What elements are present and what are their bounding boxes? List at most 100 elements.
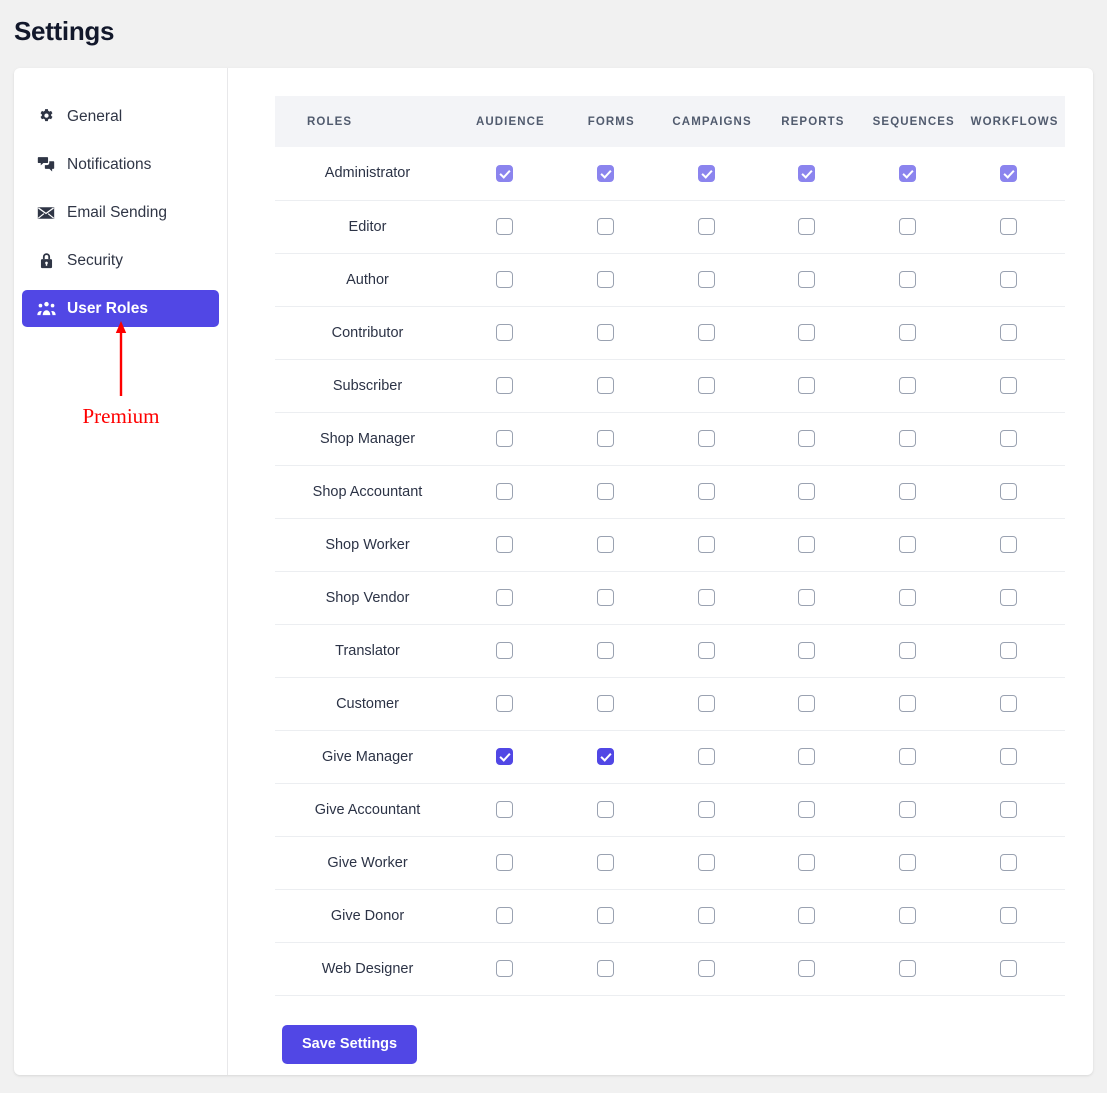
checkbox-give-manager-sequences[interactable] [899, 747, 917, 765]
checkbox-editor-reports[interactable] [798, 217, 816, 235]
checkbox-shop-vendor-forms[interactable] [596, 588, 614, 606]
checkbox-subscriber-reports[interactable] [798, 376, 816, 394]
checkbox-give-worker-forms[interactable] [596, 853, 614, 871]
checkbox-give-donor-forms[interactable] [596, 906, 614, 924]
checkbox-web-designer-audience[interactable] [495, 959, 513, 977]
checkbox-subscriber-workflows[interactable] [1000, 376, 1018, 394]
checkbox-author-forms[interactable] [596, 270, 614, 288]
checkbox-give-donor-audience[interactable] [495, 906, 513, 924]
checkbox-shop-worker-workflows[interactable] [1000, 535, 1018, 553]
checkbox-subscriber-sequences[interactable] [899, 376, 917, 394]
checkbox-shop-vendor-audience[interactable] [495, 588, 513, 606]
checkbox-web-designer-workflows[interactable] [1000, 959, 1018, 977]
checkbox-subscriber-forms[interactable] [596, 376, 614, 394]
checkbox-shop-accountant-audience[interactable] [495, 482, 513, 500]
checkbox-translator-audience[interactable] [495, 641, 513, 659]
checkbox-translator-campaigns[interactable] [697, 641, 715, 659]
checkbox-contributor-audience[interactable] [495, 323, 513, 341]
checkbox-give-manager-forms[interactable] [596, 747, 614, 765]
checkbox-give-donor-reports[interactable] [798, 906, 816, 924]
checkbox-shop-manager-sequences[interactable] [899, 429, 917, 447]
checkbox-shop-vendor-reports[interactable] [798, 588, 816, 606]
checkbox-shop-worker-sequences[interactable] [899, 535, 917, 553]
checkbox-web-designer-sequences[interactable] [899, 959, 917, 977]
permission-cell [661, 942, 763, 996]
checkbox-give-worker-sequences[interactable] [899, 853, 917, 871]
checkbox-customer-audience[interactable] [495, 694, 513, 712]
checkbox-give-manager-workflows[interactable] [1000, 747, 1018, 765]
checkbox-web-designer-reports[interactable] [798, 959, 816, 977]
checkbox-shop-accountant-campaigns[interactable] [697, 482, 715, 500]
checkbox-give-accountant-sequences[interactable] [899, 800, 917, 818]
checkbox-shop-vendor-campaigns[interactable] [697, 588, 715, 606]
sidebar-item-general[interactable]: General [22, 98, 219, 135]
checkbox-shop-worker-reports[interactable] [798, 535, 816, 553]
checkbox-customer-campaigns[interactable] [697, 694, 715, 712]
checkbox-give-manager-audience[interactable] [495, 747, 513, 765]
checkbox-contributor-campaigns[interactable] [697, 323, 715, 341]
checkbox-translator-forms[interactable] [596, 641, 614, 659]
checkbox-give-donor-sequences[interactable] [899, 906, 917, 924]
checkbox-give-manager-campaigns[interactable] [697, 747, 715, 765]
checkbox-author-campaigns[interactable] [697, 270, 715, 288]
checkbox-shop-accountant-forms[interactable] [596, 482, 614, 500]
checkbox-give-worker-audience[interactable] [495, 853, 513, 871]
checkbox-give-worker-campaigns[interactable] [697, 853, 715, 871]
checkbox-web-designer-campaigns[interactable] [697, 959, 715, 977]
checkbox-shop-manager-forms[interactable] [596, 429, 614, 447]
checkbox-give-accountant-reports[interactable] [798, 800, 816, 818]
checkbox-shop-worker-campaigns[interactable] [697, 535, 715, 553]
checkbox-customer-reports[interactable] [798, 694, 816, 712]
checkbox-shop-accountant-sequences[interactable] [899, 482, 917, 500]
checkbox-give-accountant-workflows[interactable] [1000, 800, 1018, 818]
checkbox-author-reports[interactable] [798, 270, 816, 288]
permission-cell [863, 412, 965, 466]
permission-cell [560, 412, 662, 466]
sidebar-item-notifications[interactable]: Notifications [22, 146, 219, 183]
checkbox-translator-reports[interactable] [798, 641, 816, 659]
checkbox-translator-workflows[interactable] [1000, 641, 1018, 659]
checkbox-give-accountant-forms[interactable] [596, 800, 614, 818]
checkbox-shop-worker-forms[interactable] [596, 535, 614, 553]
checkbox-give-worker-reports[interactable] [798, 853, 816, 871]
sidebar-item-security[interactable]: Security [22, 242, 219, 279]
checkbox-subscriber-campaigns[interactable] [697, 376, 715, 394]
checkbox-shop-manager-campaigns[interactable] [697, 429, 715, 447]
save-settings-button[interactable]: Save Settings [282, 1024, 418, 1064]
checkbox-author-audience[interactable] [495, 270, 513, 288]
sidebar-item-email-sending[interactable]: Email Sending [22, 194, 219, 231]
checkbox-author-sequences[interactable] [899, 270, 917, 288]
checkbox-customer-workflows[interactable] [1000, 694, 1018, 712]
checkbox-shop-manager-reports[interactable] [798, 429, 816, 447]
checkbox-editor-campaigns[interactable] [697, 217, 715, 235]
checkbox-shop-accountant-workflows[interactable] [1000, 482, 1018, 500]
checkbox-contributor-forms[interactable] [596, 323, 614, 341]
checkbox-editor-workflows[interactable] [1000, 217, 1018, 235]
checkbox-give-manager-reports[interactable] [798, 747, 816, 765]
checkbox-shop-accountant-reports[interactable] [798, 482, 816, 500]
checkbox-give-accountant-campaigns[interactable] [697, 800, 715, 818]
checkbox-translator-sequences[interactable] [899, 641, 917, 659]
checkbox-give-accountant-audience[interactable] [495, 800, 513, 818]
checkbox-shop-vendor-sequences[interactable] [899, 588, 917, 606]
checkbox-editor-audience[interactable] [495, 217, 513, 235]
checkbox-give-donor-workflows[interactable] [1000, 906, 1018, 924]
checkbox-shop-vendor-workflows[interactable] [1000, 588, 1018, 606]
checkbox-shop-worker-audience[interactable] [495, 535, 513, 553]
checkbox-shop-manager-workflows[interactable] [1000, 429, 1018, 447]
checkbox-contributor-workflows[interactable] [1000, 323, 1018, 341]
checkbox-author-workflows[interactable] [1000, 270, 1018, 288]
checkbox-editor-forms[interactable] [596, 217, 614, 235]
permission-cell [560, 306, 662, 360]
checkbox-give-donor-campaigns[interactable] [697, 906, 715, 924]
checkbox-subscriber-audience[interactable] [495, 376, 513, 394]
checkbox-shop-manager-audience[interactable] [495, 429, 513, 447]
checkbox-contributor-reports[interactable] [798, 323, 816, 341]
checkbox-contributor-sequences[interactable] [899, 323, 917, 341]
checkbox-give-worker-workflows[interactable] [1000, 853, 1018, 871]
checkbox-web-designer-forms[interactable] [596, 959, 614, 977]
checkbox-editor-sequences[interactable] [899, 217, 917, 235]
checkbox-customer-sequences[interactable] [899, 694, 917, 712]
checkbox-customer-forms[interactable] [596, 694, 614, 712]
sidebar-item-user-roles[interactable]: User Roles [22, 290, 219, 327]
